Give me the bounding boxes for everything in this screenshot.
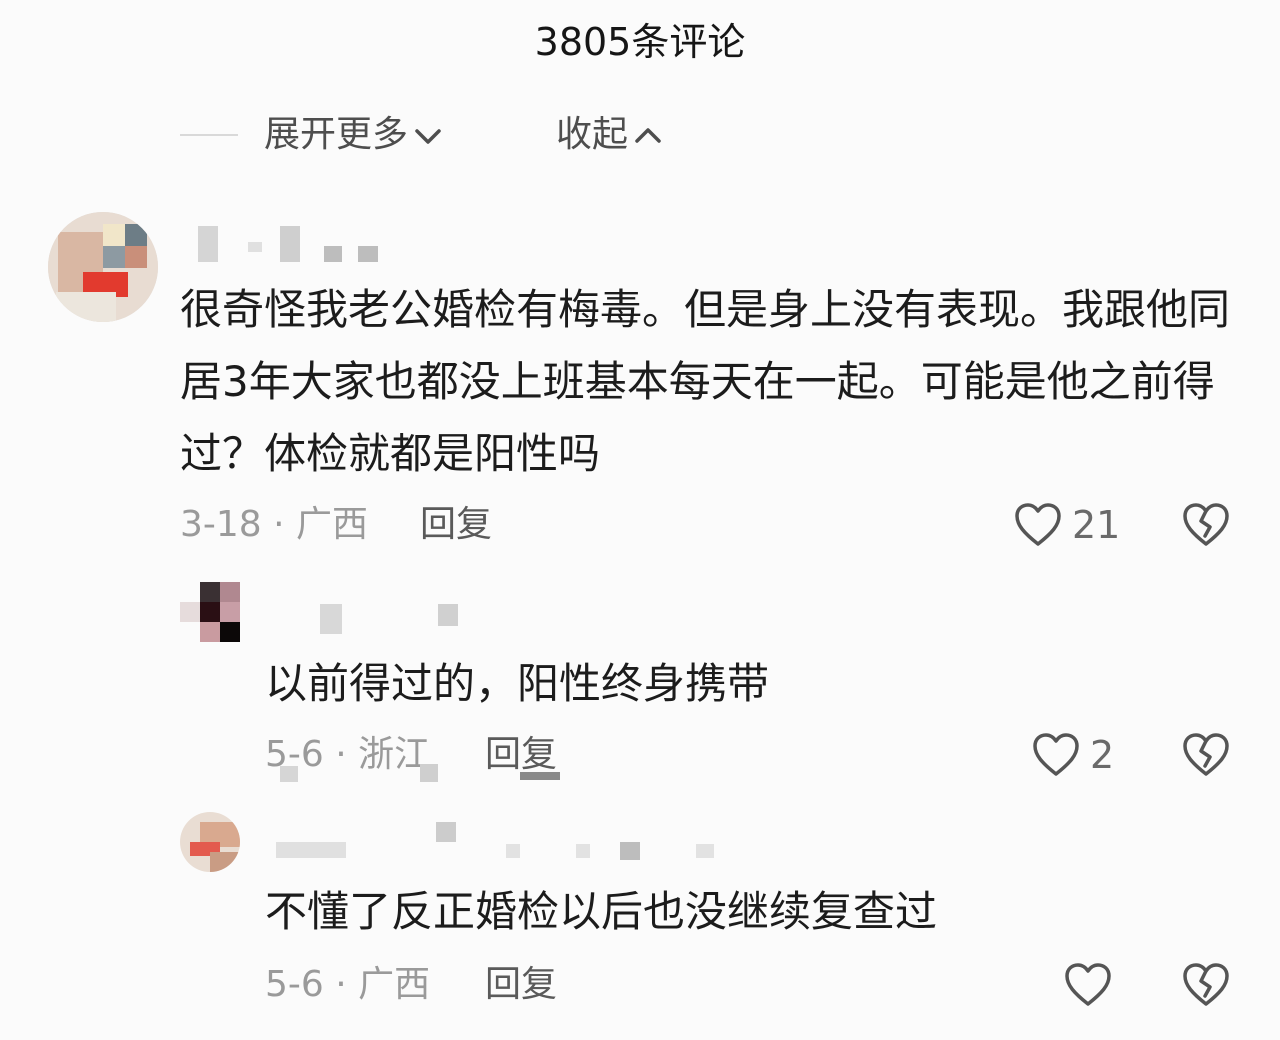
like-count: 21 — [1072, 503, 1121, 547]
comment-meta: 3-18 · 广西 回复 — [180, 500, 780, 550]
reply-button[interactable]: 回复 — [485, 960, 557, 1010]
comment-text: 不懂了反正婚检以后也没继续复查过 — [265, 887, 938, 936]
broken-heart-icon[interactable] — [1182, 732, 1230, 778]
thread-controls: 展开更多 收起 — [180, 105, 880, 165]
expand-more-label: 展开更多 — [264, 114, 409, 155]
broken-heart-icon[interactable] — [1182, 502, 1230, 548]
comment-meta: 5-6 · 广西 回复 — [265, 960, 765, 1010]
username-redacted[interactable] — [198, 222, 388, 262]
like-button[interactable]: 21 — [1014, 500, 1120, 550]
username-redacted[interactable] — [276, 822, 736, 860]
comment-date-location: 3-18 · 广西 — [180, 504, 369, 545]
comment-date-location: 5-6 · 广西 — [265, 964, 431, 1005]
divider-line — [180, 134, 238, 136]
like-button[interactable]: 2 — [1032, 730, 1114, 780]
comments-count-title: 3805条评论 — [534, 20, 746, 64]
chevron-up-icon — [635, 128, 661, 143]
heart-outline-icon — [1015, 503, 1061, 546]
heart-outline-icon[interactable] — [1064, 962, 1112, 1008]
heart-outline-icon — [1033, 733, 1079, 776]
avatar[interactable] — [180, 812, 240, 872]
collapse-button[interactable]: 收起 — [556, 105, 664, 165]
reply-button[interactable]: 回复 — [420, 500, 492, 550]
redaction-mosaic — [280, 762, 580, 782]
comment-text: 以前得过的，阳性终身携带 — [265, 659, 770, 708]
expand-more-button[interactable]: 展开更多 — [264, 105, 444, 165]
like-count: 2 — [1090, 733, 1115, 777]
avatar[interactable] — [180, 582, 240, 642]
collapse-label: 收起 — [556, 114, 629, 155]
chevron-down-icon — [415, 129, 441, 144]
avatar[interactable] — [48, 212, 158, 322]
broken-heart-icon[interactable] — [1182, 962, 1230, 1008]
username-redacted[interactable] — [270, 598, 470, 634]
comment-text: 很奇怪我老公婚检有梅毒。但是身上没有表现。我跟他同居3年大家也都没上班基本每天在… — [180, 285, 1231, 478]
